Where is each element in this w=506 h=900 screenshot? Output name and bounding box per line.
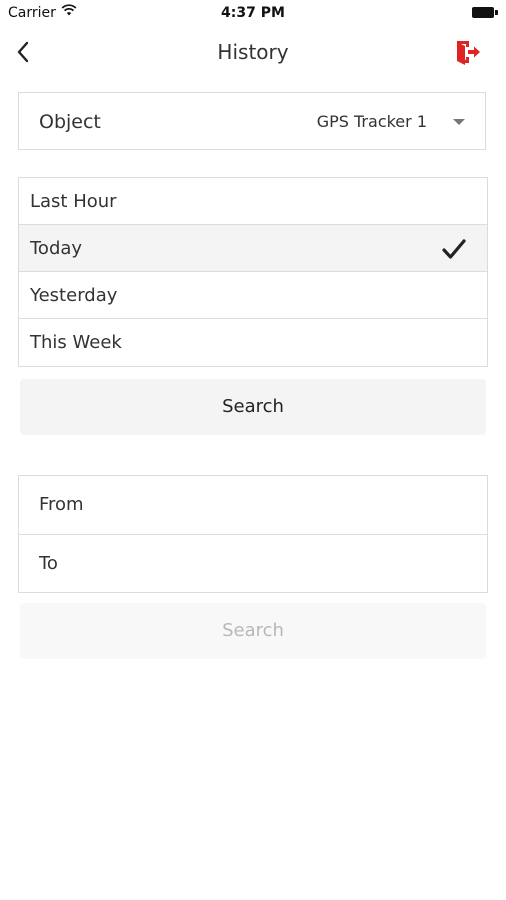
from-label: From	[39, 494, 84, 515]
to-label: To	[39, 553, 58, 574]
period-option-yesterday[interactable]: Yesterday	[19, 272, 487, 319]
period-list: Last Hour Today Yesterday This Week	[18, 177, 488, 367]
battery-icon	[472, 7, 498, 18]
period-option-last-hour[interactable]: Last Hour	[19, 178, 487, 225]
period-option-label: This Week	[30, 332, 122, 353]
from-field[interactable]: From	[19, 476, 487, 535]
checkmark-icon	[442, 239, 466, 259]
period-option-this-week[interactable]: This Week	[19, 319, 487, 366]
object-label: Object	[39, 111, 101, 133]
clock: 4:37 PM	[221, 5, 285, 21]
date-range: From To	[18, 475, 488, 593]
logout-icon[interactable]	[454, 38, 482, 66]
page-title: History	[217, 40, 289, 64]
object-value: GPS Tracker 1	[316, 112, 427, 131]
caret-down-icon	[453, 119, 465, 125]
navigation-bar: History	[0, 28, 506, 78]
object-selector[interactable]: Object GPS Tracker 1	[18, 92, 486, 150]
to-field[interactable]: To	[19, 535, 487, 593]
range-search-button[interactable]: Search	[20, 603, 486, 659]
period-option-label: Today	[30, 238, 83, 259]
period-option-today[interactable]: Today	[19, 225, 487, 272]
status-bar: Carrier 4:37 PM	[0, 0, 506, 26]
period-option-label: Yesterday	[30, 285, 118, 306]
period-option-label: Last Hour	[30, 191, 117, 212]
search-button[interactable]: Search	[20, 379, 486, 435]
